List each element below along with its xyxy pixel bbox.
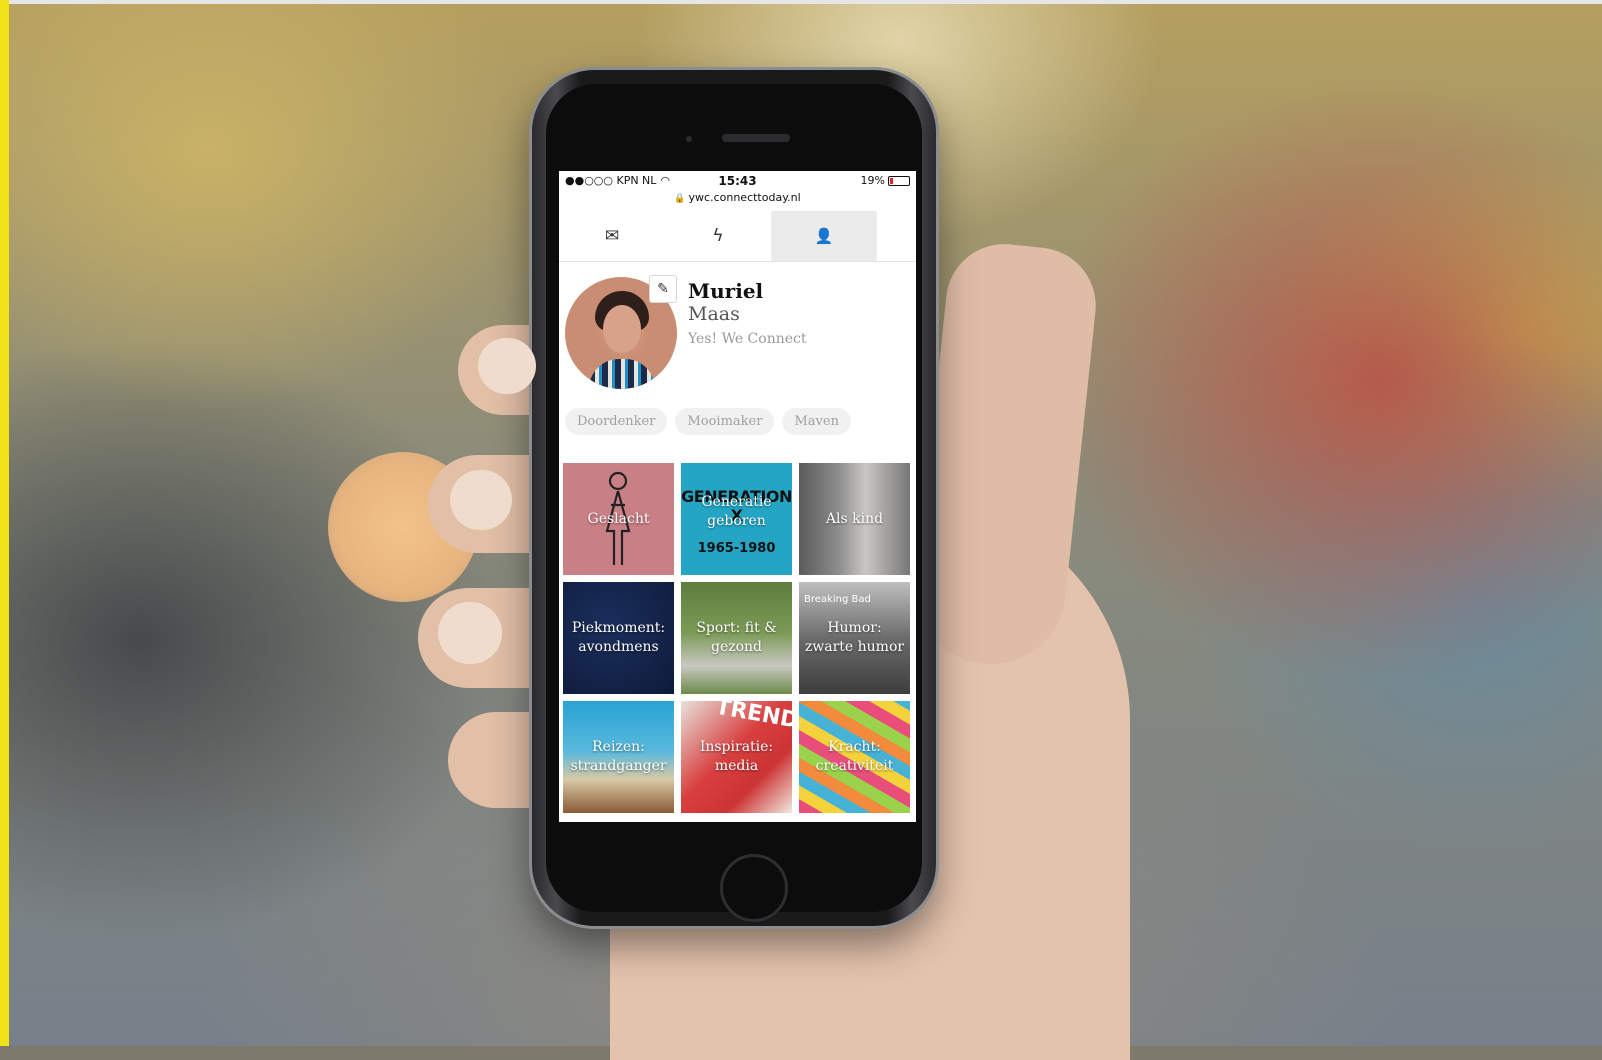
pencil-icon: ✎ (657, 281, 669, 297)
profile-company: Yes! We Connect (688, 331, 807, 347)
tile-label: Reizen: strandganger (570, 739, 667, 774)
tile-generation[interactable]: GENERATION X 1965-1980 Generatie geboren (681, 463, 792, 575)
tile-overlay-text: TRENDS (713, 701, 792, 737)
tile-label: Humor: zwarte humor (804, 620, 905, 655)
tag-chip[interactable]: Mooimaker (675, 408, 775, 435)
tile-childhood[interactable]: Als kind (799, 463, 910, 575)
tag-chip[interactable]: Maven (782, 408, 851, 435)
left-accent-strip (0, 0, 9, 1046)
tile-sport[interactable]: Sport: fit & gezond (681, 582, 792, 694)
top-strip (0, 0, 1602, 4)
tab-bar: ✉ ϟ 👤 (559, 211, 916, 262)
fingernail (478, 338, 536, 394)
profile-first-name: Muriel (688, 279, 764, 303)
fingernail (438, 602, 502, 664)
tag-chip[interactable]: Doordenker (565, 408, 668, 435)
tag-list: Doordenker Mooimaker Maven (565, 408, 851, 435)
profile-tile-grid: Geslacht GENERATION X 1965-1980 Generati… (563, 463, 911, 817)
battery-icon (888, 175, 910, 186)
speaker-grille (722, 134, 790, 142)
url-bar[interactable]: 🔒 ywc.connecttoday.nl (559, 191, 916, 207)
user-icon: 👤 (814, 227, 834, 245)
tile-label: Inspiratie: media (699, 739, 774, 774)
tile-overlay-years: 1965-1980 (697, 541, 776, 556)
envelope-icon: ✉ (604, 226, 620, 246)
tab-profile[interactable]: 👤 (771, 211, 877, 261)
tile-label: Generatie geboren (701, 494, 772, 529)
tile-gender[interactable]: Geslacht (563, 463, 674, 575)
tile-peak-moment[interactable]: Piekmoment: avondmens (563, 582, 674, 694)
tile-overlay-text: Breaking Bad (804, 594, 871, 605)
status-battery-group: 19% (861, 174, 910, 187)
tile-label: Kracht: creativiteit (815, 739, 894, 774)
edit-profile-button[interactable]: ✎ (649, 275, 677, 303)
profile-last-name: Maas (688, 303, 740, 325)
battery-percent: 19% (860, 174, 885, 187)
tile-label: Piekmoment: avondmens (571, 620, 666, 655)
url-text: ywc.connecttoday.nl (688, 191, 801, 204)
lightning-icon: ϟ (712, 226, 724, 246)
tile-label: Geslacht (587, 510, 650, 527)
front-camera (686, 136, 692, 142)
fingernail (450, 470, 512, 530)
tile-label: Als kind (825, 510, 884, 527)
tab-activity[interactable]: ϟ (665, 211, 771, 261)
tile-strength[interactable]: Kracht: creativiteit (799, 701, 910, 813)
avatar-body (589, 359, 655, 389)
home-button[interactable] (720, 854, 788, 922)
status-bar: ●●○○○ KPN NL ◠ 15:43 19% (559, 171, 916, 191)
tile-travel[interactable]: Reizen: strandganger (563, 701, 674, 813)
tile-inspiration[interactable]: TRENDS Inspiratie: media (681, 701, 792, 813)
lock-icon: 🔒 (674, 194, 686, 204)
phone-screen: ●●○○○ KPN NL ◠ 15:43 19% 🔒 ywc.connecttod… (559, 171, 916, 822)
avatar-face (603, 305, 641, 353)
tab-messages[interactable]: ✉ (559, 211, 665, 261)
tile-humor[interactable]: Breaking Bad Humor: zwarte humor (799, 582, 910, 694)
profile-header: ✎ Muriel Maas Yes! We Connect (559, 269, 916, 399)
tile-label: Sport: fit & gezond (696, 620, 777, 655)
